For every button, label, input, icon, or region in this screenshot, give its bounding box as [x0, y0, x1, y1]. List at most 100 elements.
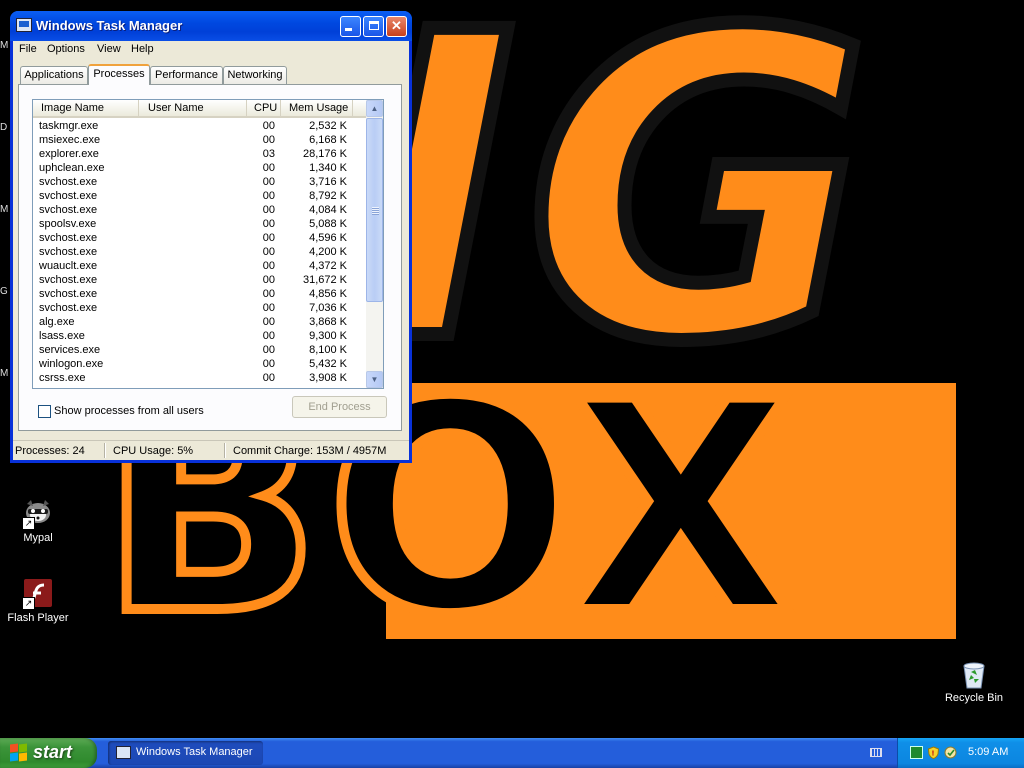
process-row[interactable]: wuauclt.exe 00 4,372 K — [33, 259, 367, 273]
process-row[interactable]: csrss.exe 00 3,908 K — [33, 371, 367, 385]
process-row[interactable]: uphclean.exe 00 1,340 K — [33, 161, 367, 175]
process-mem-usage: 9,300 K — [309, 330, 347, 342]
process-mem-usage: 3,908 K — [309, 372, 347, 384]
process-mem-usage: 3,716 K — [309, 176, 347, 188]
show-all-users-checkbox[interactable] — [38, 405, 51, 418]
process-mem-usage: 3,868 K — [309, 316, 347, 328]
process-image-name: uphclean.exe — [39, 162, 105, 174]
network-icon[interactable] — [910, 746, 923, 759]
task-manager-window: Windows Task Manager ✕ File Options View… — [10, 11, 412, 463]
process-row[interactable]: svchost.exe 00 4,596 K — [33, 231, 367, 245]
process-cpu: 00 — [262, 316, 275, 328]
close-button[interactable]: ✕ — [386, 16, 407, 37]
process-mem-usage: 31,672 K — [302, 274, 347, 286]
taskbar-clock: 5:09 AM — [968, 746, 1009, 758]
process-mem-usage: 1,340 K — [309, 162, 347, 174]
process-list[interactable]: Image Name User Name CPU Mem Usage taskm… — [32, 99, 384, 389]
scroll-down-button[interactable]: ▼ — [366, 371, 383, 388]
process-image-name: alg.exe — [39, 316, 75, 328]
desktop-icon-flash-player[interactable]: ↗ Flash Player — [0, 578, 76, 624]
end-process-button[interactable]: End Process — [292, 396, 387, 418]
process-image-name: wuauclt.exe — [39, 260, 98, 272]
language-bar-icon[interactable] — [870, 748, 882, 757]
process-row[interactable]: winlogon.exe 00 5,432 K — [33, 357, 367, 371]
process-cpu: 00 — [262, 232, 275, 244]
minimize-icon — [345, 28, 352, 31]
process-row[interactable]: svchost.exe 00 7,036 K — [33, 301, 367, 315]
security-shield-icon[interactable]: ! — [927, 746, 940, 760]
process-row[interactable]: taskmgr.exe 00 2,532 K — [33, 119, 367, 133]
status-cpu-usage: CPU Usage: 5% — [113, 445, 194, 457]
menu-help[interactable]: Help — [131, 43, 154, 55]
tab-processes[interactable]: Processes — [88, 64, 150, 85]
windows-logo-icon — [10, 743, 28, 762]
process-image-name: winlogon.exe — [39, 358, 104, 370]
process-image-name: svchost.exe — [39, 232, 98, 244]
status-divider — [104, 443, 106, 458]
title-bar[interactable]: Windows Task Manager ✕ — [10, 11, 412, 41]
start-button[interactable]: start — [0, 738, 97, 768]
process-row[interactable]: svchost.exe 00 4,084 K — [33, 203, 367, 217]
maximize-button[interactable] — [363, 16, 384, 37]
column-user-name[interactable]: User Name — [139, 100, 247, 116]
process-row[interactable]: lsass.exe 00 9,300 K — [33, 329, 367, 343]
taskbar-button-task-manager[interactable]: Windows Task Manager — [108, 741, 263, 765]
process-cpu: 00 — [262, 204, 275, 216]
status-bar: Processes: 24 CPU Usage: 5% Commit Charg… — [13, 440, 409, 460]
offscreen-icon-edge: G — [0, 286, 8, 297]
close-icon: ✕ — [391, 18, 402, 33]
process-row[interactable]: explorer.exe 03 28,176 K — [33, 147, 367, 161]
desktop-icon-recycle-bin[interactable]: Recycle Bin — [936, 658, 1012, 704]
process-row[interactable]: svchost.exe 00 8,792 K — [33, 189, 367, 203]
process-row[interactable]: spoolsv.exe 00 5,088 K — [33, 217, 367, 231]
update-icon[interactable] — [944, 746, 957, 759]
process-row[interactable]: svchost.exe 00 3,716 K — [33, 175, 367, 189]
process-mem-usage: 4,596 K — [309, 232, 347, 244]
process-mem-usage: 2,532 K — [309, 120, 347, 132]
process-row[interactable]: alg.exe 00 3,868 K — [33, 315, 367, 329]
process-image-name: lsass.exe — [39, 330, 85, 342]
column-mem-usage[interactable]: Mem Usage — [281, 100, 353, 116]
process-list-scrollbar[interactable]: ▲ ▼ — [366, 100, 383, 388]
maximize-icon — [368, 21, 379, 30]
offscreen-icon-edge: D — [0, 122, 8, 133]
window-title: Windows Task Manager — [36, 18, 183, 33]
process-row[interactable]: svchost.exe 00 31,672 K — [33, 273, 367, 287]
column-cpu[interactable]: CPU — [247, 100, 281, 116]
minimize-button[interactable] — [340, 16, 361, 37]
start-label: start — [33, 742, 73, 762]
process-rows: taskmgr.exe 00 2,532 K msiexec.exe 00 6,168 K… — [33, 119, 367, 385]
menu-view[interactable]: View — [97, 43, 121, 55]
wallpaper-big-letters: IG — [353, 0, 882, 434]
process-row[interactable]: services.exe 00 8,100 K — [33, 343, 367, 357]
process-mem-usage: 7,036 K — [309, 302, 347, 314]
process-cpu: 00 — [262, 162, 275, 174]
status-commit-charge: Commit Charge: 153M / 4957M — [233, 445, 387, 457]
taskbar-button-label: Windows Task Manager — [136, 746, 253, 758]
process-image-name: svchost.exe — [39, 176, 98, 188]
offscreen-icon-edge: M — [0, 40, 9, 51]
process-cpu: 00 — [262, 190, 275, 202]
menu-options[interactable]: Options — [47, 43, 85, 55]
mypal-raccoon-icon: ↗ — [22, 498, 54, 530]
process-row[interactable]: svchost.exe 00 4,200 K — [33, 245, 367, 259]
process-image-name: taskmgr.exe — [39, 120, 99, 132]
process-row[interactable]: svchost.exe 00 4,856 K — [33, 287, 367, 301]
column-image-name[interactable]: Image Name — [33, 100, 139, 116]
grip-icon — [372, 207, 379, 215]
desktop-icon-mypal[interactable]: ↗ Mypal — [0, 498, 76, 544]
process-image-name: svchost.exe — [39, 204, 98, 216]
process-image-name: csrss.exe — [39, 372, 86, 384]
process-mem-usage: 6,168 K — [309, 134, 347, 146]
process-mem-usage: 4,372 K — [309, 260, 347, 272]
process-row[interactable]: msiexec.exe 00 6,168 K — [33, 133, 367, 147]
scroll-up-button[interactable]: ▲ — [366, 100, 383, 117]
tab-performance[interactable]: Performance — [150, 66, 223, 84]
recycle-bin-icon — [958, 658, 990, 690]
tab-applications[interactable]: Applications — [20, 66, 88, 84]
scroll-thumb[interactable] — [366, 118, 383, 302]
process-cpu: 00 — [262, 120, 275, 132]
tab-networking[interactable]: Networking — [223, 66, 287, 84]
menu-file[interactable]: File — [19, 43, 37, 55]
process-image-name: msiexec.exe — [39, 134, 101, 146]
